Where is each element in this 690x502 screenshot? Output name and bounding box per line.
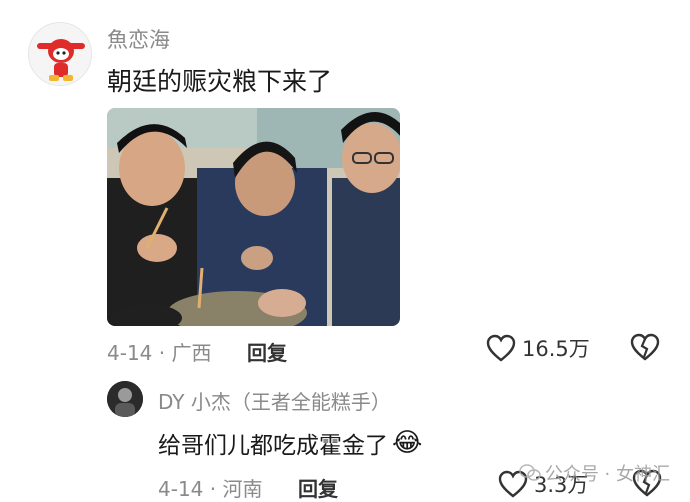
avatar[interactable] [28,22,92,86]
reply-location: 河南 [222,477,263,501]
reply-avatar[interactable] [107,381,143,417]
dislike-button[interactable] [630,333,660,365]
comment-photo[interactable] [107,108,400,326]
comment-date: 4-14 [107,341,153,365]
reply-text: 给哥们儿都吃成霍金了 [158,433,388,459]
reply-date: 4-14 [158,477,204,501]
reply-reply-button[interactable]: 回复 [298,473,338,502]
reply-meta: 4-14 · 河南 [158,473,262,502]
reply-avatar-image [107,381,143,417]
like-button[interactable]: 16.5万 [486,333,590,363]
avatar-image [29,23,91,85]
watermark: 公众号 · 女神汇 [519,460,670,486]
comment-meta: 4-14 · 广西 [107,337,211,366]
heart-icon [486,334,516,362]
separator: · [209,477,217,501]
wechat-icon [519,464,541,481]
comment-text: 朝廷的赈灾粮下来了 [107,67,333,96]
comment-username[interactable]: 魚恋海 [107,24,170,54]
reply-button[interactable]: 回复 [247,337,287,366]
broken-heart-icon [630,333,660,361]
reply-username[interactable]: DY 小杰（王者全能糕手） [158,386,391,415]
like-count: 16.5万 [522,337,590,361]
separator: · [158,341,166,365]
comment-location: 广西 [171,341,212,365]
reply-comment: 给哥们儿都吃成霍金了 😂 [158,426,422,460]
photo-image [107,108,400,326]
watermark-text: 公众号 · 女神汇 [544,464,670,485]
laughing-emoji-icon: 😂 [392,428,423,458]
